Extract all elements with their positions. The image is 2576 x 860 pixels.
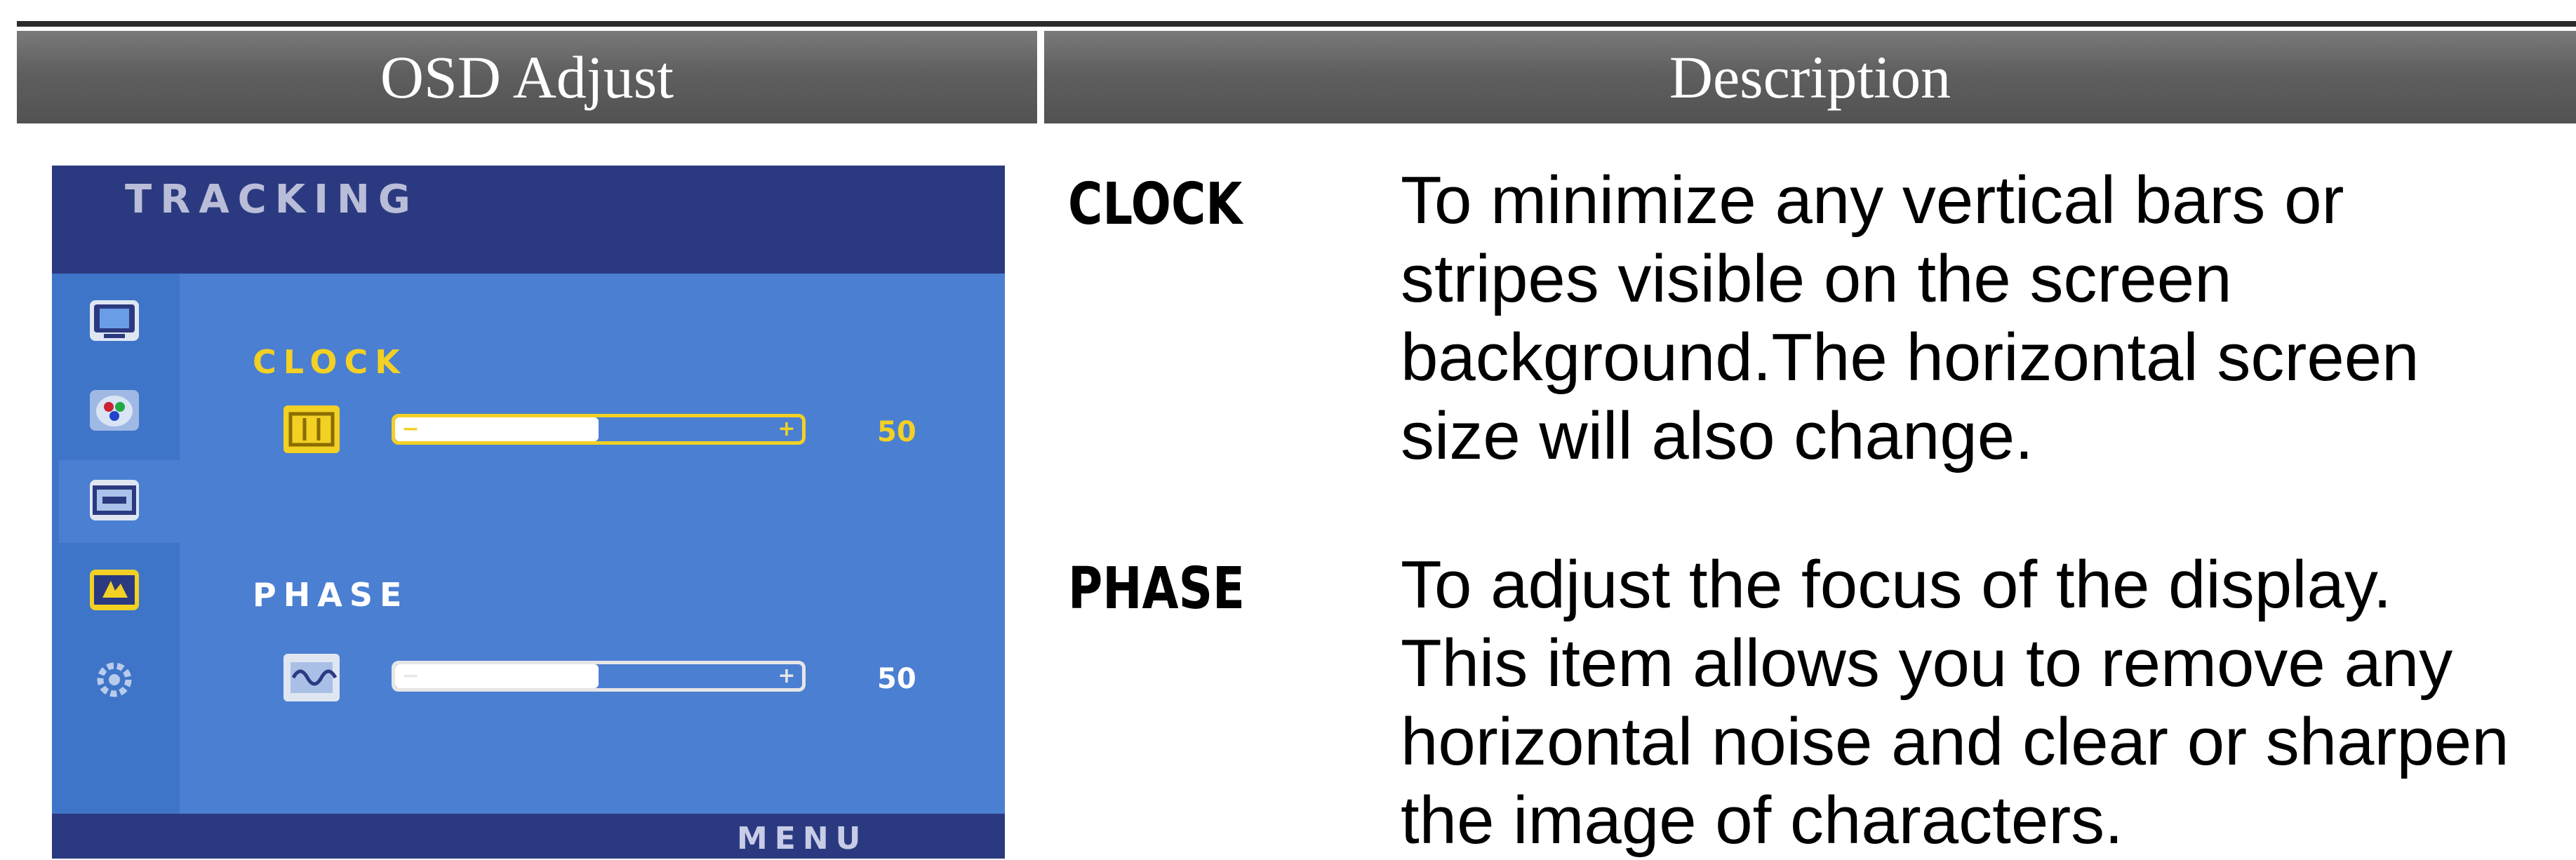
description-line: stripes visible on the screen	[1401, 241, 2232, 316]
clock-slider[interactable]: − +	[392, 414, 806, 445]
setup-icon	[90, 570, 139, 610]
phase-value: 50	[877, 663, 916, 695]
clock-slider-fill	[395, 417, 599, 441]
tracking-icon	[90, 480, 139, 520]
description-line: the image of characters.	[1401, 783, 2123, 858]
description-line: horizontal noise and clear or sharpen	[1401, 704, 2509, 779]
sidebar-item-options[interactable]	[59, 640, 177, 723]
description-line: To minimize any vertical bars or	[1401, 163, 2344, 238]
sidebar-item-picture[interactable]	[59, 281, 177, 363]
phase-description: To adjust the focus of the display. This…	[1401, 546, 2565, 860]
description-line: background.The horizontal screen	[1401, 320, 2420, 395]
minus-icon: −	[401, 417, 420, 441]
header-divider	[1037, 31, 1044, 123]
clock-value: 50	[877, 416, 916, 448]
color-icon	[90, 390, 139, 431]
osd-phase-label: PHASE	[253, 576, 409, 614]
plus-icon: +	[778, 417, 796, 441]
description-line: To adjust the focus of the display.	[1401, 547, 2392, 622]
phase-slider-fill	[395, 664, 599, 688]
picture-icon	[90, 300, 139, 341]
options-icon	[90, 659, 139, 700]
menu-label-text: MENU	[737, 821, 868, 856]
phase-term: PHASE	[1068, 556, 1245, 622]
clock-icon	[283, 405, 340, 453]
header-osd-adjust: OSD Adjust	[380, 43, 674, 111]
header-description: Description	[1669, 43, 1951, 111]
plus-icon: +	[778, 664, 796, 688]
phase-icon	[283, 654, 340, 701]
osd-clock-label: CLOCK	[253, 343, 407, 381]
sidebar-item-setup[interactable]	[59, 550, 177, 633]
description-line: This item allows you to remove any	[1401, 626, 2453, 701]
description-line: size will also change.	[1401, 398, 2034, 473]
sidebar-item-tracking[interactable]	[59, 460, 240, 543]
table-header: OSD Adjust Description	[17, 31, 2576, 123]
minus-icon: −	[401, 664, 420, 688]
clock-term: CLOCK	[1068, 171, 1243, 238]
phase-slider[interactable]: − +	[392, 661, 806, 692]
clock-description: To minimize any vertical bars or stripes…	[1401, 161, 2565, 476]
sidebar-item-color[interactable]	[59, 370, 177, 453]
osd-menu-label[interactable]: MENU	[737, 819, 867, 859]
top-rule	[17, 21, 2576, 27]
osd-title: TRACKING	[125, 177, 419, 222]
